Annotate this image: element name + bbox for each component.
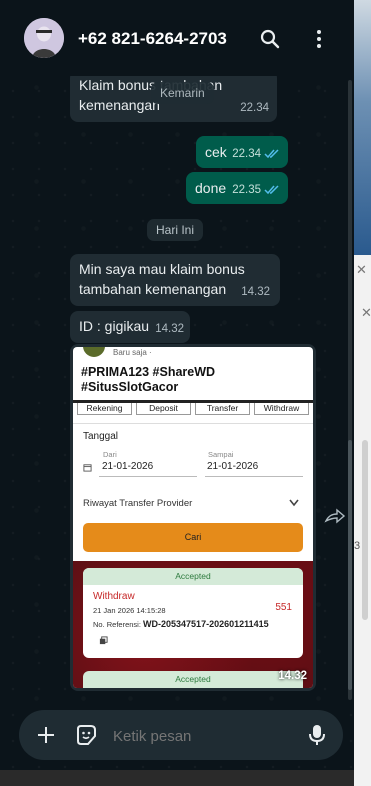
hashtags-line: #PRIMA123 #ShareWD (81, 365, 216, 379)
contact-name[interactable]: +62 821-6264-2703 (78, 29, 227, 49)
message-line: Min saya mau klaim bonus (79, 261, 245, 277)
message-time: 22.34 (232, 148, 261, 160)
tab-bar: Rekening Deposit Transfer Withdraw (77, 403, 309, 415)
mic-icon[interactable] (307, 723, 327, 747)
wallpaper-strip (354, 0, 371, 255)
scrollbar-thumb[interactable] (348, 440, 352, 690)
message-meta: 22.34 (232, 144, 280, 164)
scrollbar[interactable] (348, 80, 352, 700)
cari-button: Cari (83, 523, 303, 552)
wd-title: Withdraw (93, 591, 135, 602)
message-text: ID : gigikau (79, 318, 150, 334)
from-label: Dari (103, 450, 117, 459)
chevron-down-icon (289, 499, 299, 507)
forward-icon[interactable] (324, 507, 346, 525)
posted-time: Baru saja · (113, 348, 152, 357)
avatar[interactable] (24, 18, 64, 58)
underline (205, 476, 303, 477)
poster-avatar (83, 347, 105, 357)
message-composer (19, 710, 343, 760)
image-attachment[interactable]: Baru saja · #PRIMA123 #ShareWD #SitusSlo… (73, 347, 313, 688)
provider-select: Riwayat Transfer Provider (83, 498, 193, 509)
divider (73, 423, 313, 424)
status-badge: Accepted (83, 671, 303, 688)
close-icon[interactable]: ✕ (356, 262, 367, 278)
scrollbar[interactable] (362, 440, 368, 620)
hashtags-line: #SitusSlotGacor (81, 380, 179, 394)
chat-window: +62 821-6264-2703 Klaim bonus tambahan k… (0, 0, 354, 786)
wd-date: 21 Jan 2026 14:15:28 (93, 606, 166, 615)
to-label: Sampai (208, 450, 234, 459)
status-badge: Accepted (83, 568, 303, 585)
scroll-indicator: 3 (354, 540, 361, 552)
tab-withdraw: Withdraw (254, 403, 309, 415)
message-meta: 22.35 (232, 180, 280, 200)
tab-deposit: Deposit (136, 403, 191, 415)
sticker-icon[interactable] (74, 723, 98, 747)
plus-icon[interactable] (36, 725, 56, 745)
message-time: 14.32 (155, 323, 184, 335)
dark-red-panel: Accepted Withdraw 21 Jan 2026 14:15:28 5… (73, 561, 313, 688)
wd-amount: 551 (275, 602, 292, 613)
message-text: cek (205, 144, 227, 160)
message-incoming[interactable]: ID : gigikau 14.32 (70, 311, 190, 343)
to-date: 21-01-2026 (207, 461, 259, 472)
message-outgoing[interactable]: cek 22.34 (196, 136, 288, 168)
tab-transfer: Transfer (195, 403, 250, 415)
underline (99, 476, 197, 477)
background-window: ✕ ✕ 3 (354, 0, 371, 786)
message-input[interactable] (111, 723, 295, 749)
more-vert-icon[interactable] (307, 27, 331, 51)
message-incoming[interactable]: Min saya mau klaim bonus tambahan kemena… (70, 254, 280, 306)
message-outgoing[interactable]: done 22.35 (186, 172, 288, 204)
date-pill-today: Hari Ini (147, 219, 204, 241)
double-check-icon (264, 149, 279, 159)
reference: No. Referensi: WD-205347517-202601211415 (93, 619, 269, 629)
message-time: 22.34 (240, 102, 269, 114)
ref-label: No. Referensi: (93, 620, 141, 629)
tab-rekening: Rekening (77, 403, 132, 415)
taskbar (0, 770, 354, 786)
from-date: 21-01-2026 (102, 461, 154, 472)
copy-icon (99, 636, 108, 645)
search-icon[interactable] (258, 27, 282, 51)
ref-value: WD-205347517-202601211415 (143, 619, 269, 629)
transaction-card: Accepted Withdraw 21 Jan 2026 14:15:28 5… (83, 568, 303, 658)
image-time: 14.32 (278, 670, 307, 682)
message-text: done (195, 180, 227, 196)
message-time: 22.35 (232, 184, 261, 196)
date-pill-kemarin: Kemarin (151, 82, 214, 104)
section-title: Tanggal (83, 431, 119, 442)
message-line: tambahan kemenangan (79, 281, 227, 297)
chat-header: +62 821-6264-2703 (0, 0, 354, 76)
calendar-icon (83, 464, 92, 472)
double-check-icon (264, 185, 279, 195)
close-icon[interactable]: ✕ (361, 305, 371, 321)
message-time: 14.32 (241, 286, 270, 298)
